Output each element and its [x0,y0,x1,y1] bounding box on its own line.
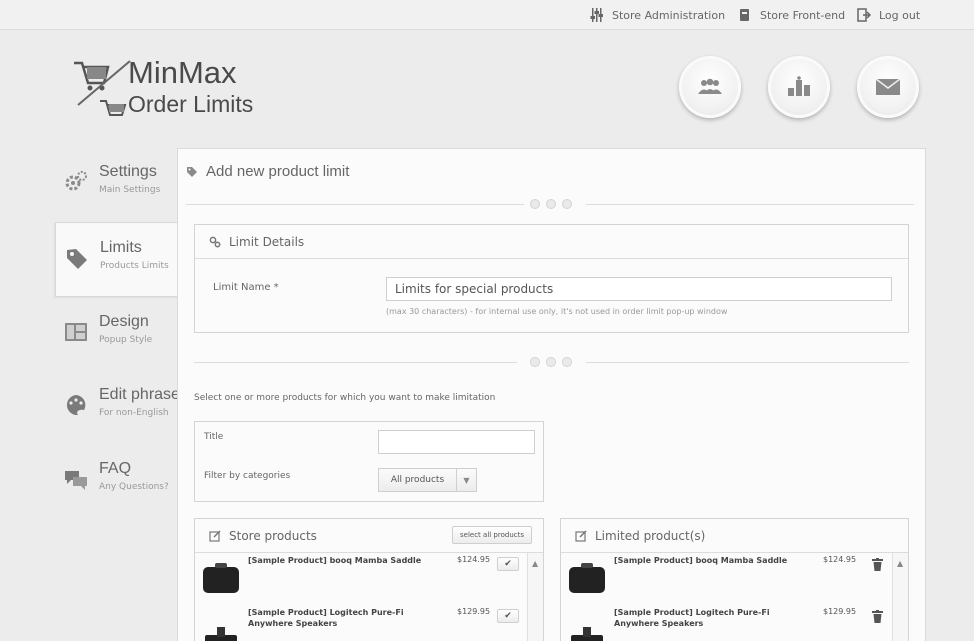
trash-icon[interactable] [872,558,883,571]
panel-title: Add new product limit [186,163,349,180]
scroll-up-icon: ▲ [532,559,539,568]
list-item: [Sample Product] Logitech Pure-Fi Anywhe… [195,605,543,641]
nav-limits[interactable]: Limits Products Limits [55,222,180,297]
nav-limits-title: Limits [100,239,142,256]
list-item: [Sample Product] booq Mamba Saddle $124.… [195,553,543,605]
divider [186,204,524,205]
mail-button[interactable] [857,56,919,118]
product-price: $129.95 [457,607,491,616]
list-item: [Sample Product] Logitech Pure-Fi Anywhe… [561,605,908,641]
check-icon: ✔ [504,559,512,569]
logout-link[interactable]: Log out [857,7,920,23]
nav-limits-sub: Products Limits [100,261,169,271]
product-image [569,563,605,593]
store-products-title: Store products [229,528,317,543]
edit-icon [575,529,587,542]
product-image [205,627,237,641]
add-product-button[interactable]: ✔ [497,557,519,571]
limited-products-box: Limited product(s) [Sample Product] booq… [560,518,909,641]
product-name: [Sample Product] Logitech Pure-Fi Anywhe… [614,608,770,628]
nav-faq-title: FAQ [99,460,132,477]
limit-details-box: Limit Details Limit Name * (max 30 chara… [194,224,909,333]
ranking-icon [788,76,810,96]
tag-icon [67,249,87,269]
product-price: $124.95 [457,555,491,564]
top-bar: Store Administration Store Front-end Log… [0,0,974,30]
sliders-icon [590,8,603,22]
chat-bubbles-icon [65,471,87,490]
divider-dots [530,199,572,209]
logout-icon [857,8,871,22]
shop-icon [740,9,749,21]
product-name: [Sample Product] Logitech Pure-Fi Anywhe… [248,608,404,628]
filter-category-label: Filter by categories [204,471,291,481]
mail-icon [875,78,901,95]
chevron-down-icon: ▼ [456,469,476,491]
product-price: $124.95 [823,555,857,564]
store-administration-link[interactable]: Store Administration [590,7,725,23]
nav-edit-phrases[interactable]: Edit phrases For non-English [55,370,188,445]
divider-dots [530,357,572,367]
limit-name-label: Limit Name * [213,282,279,293]
nav-edit-phrases-sub: For non-English [99,408,169,418]
select-all-products-button[interactable]: select all products [452,526,532,544]
edit-icon [209,529,221,542]
category-select[interactable]: All products ▼ [378,468,477,492]
nav-design[interactable]: Design Popup Style [55,297,180,372]
select-instruction: Select one or more products for which yo… [194,393,496,403]
users-icon [698,78,722,94]
limited-products-title: Limited product(s) [595,528,706,543]
logo-line1: MinMax [128,55,237,90]
tag-icon [187,166,197,177]
product-name: [Sample Product] booq Mamba Saddle [248,556,422,565]
nav-settings[interactable]: Settings Main Settings [55,147,180,222]
cart-logo-icon [74,60,131,116]
users-button[interactable] [679,56,741,118]
category-select-value: All products [390,475,445,485]
ranking-button[interactable] [768,56,830,118]
limited-products-header: Limited product(s) [561,519,908,553]
product-image [203,563,239,593]
palette-icon [66,395,86,416]
gears-icon [65,171,87,191]
divider [586,204,914,205]
nav-edit-phrases-title: Edit phrases [99,386,188,403]
limit-name-hint: (max 30 characters) - for internal use o… [386,307,728,316]
main-panel: Add new product limit Limit Details Limi… [177,148,926,641]
divider [194,362,517,363]
store-frontend-link[interactable]: Store Front-end [738,7,845,23]
filter-title-label: Title [204,432,224,442]
panel-title-text: Add new product limit [206,163,350,180]
layout-icon [65,323,87,341]
nav-faq[interactable]: FAQ Any Questions? [55,444,180,519]
gears-icon [209,236,221,247]
logo-line2: Order Limits [128,91,254,117]
store-products-scrollbar[interactable]: ▲ [527,553,543,641]
product-price: $129.95 [823,607,857,616]
nav-settings-title: Settings [99,163,157,180]
divider [586,362,909,363]
scroll-up-icon: ▲ [897,559,904,568]
nav-design-title: Design [99,313,149,330]
logout-label: Log out [879,8,921,22]
product-name: [Sample Product] booq Mamba Saddle [614,556,788,565]
check-icon: ✔ [504,611,512,621]
limited-products-scrollbar[interactable]: ▲ [892,553,908,641]
app-logo: MinMax Order Limits [72,55,287,125]
product-image [571,627,603,641]
filter-box: Title Filter by categories All products … [194,421,544,502]
add-product-button[interactable]: ✔ [497,609,519,623]
list-item: [Sample Product] booq Mamba Saddle $124.… [561,553,908,605]
filter-title-input[interactable] [378,430,535,454]
nav-design-sub: Popup Style [99,335,153,345]
store-administration-label: Store Administration [612,8,726,22]
store-frontend-label: Store Front-end [760,8,846,22]
nav-settings-sub: Main Settings [99,185,161,195]
limit-details-header: Limit Details [195,225,908,259]
trash-icon[interactable] [872,610,883,623]
store-products-box: Store products select all products [Samp… [194,518,544,641]
nav-faq-sub: Any Questions? [99,482,169,492]
limit-name-input[interactable] [386,277,892,301]
limit-details-title: Limit Details [229,234,305,249]
